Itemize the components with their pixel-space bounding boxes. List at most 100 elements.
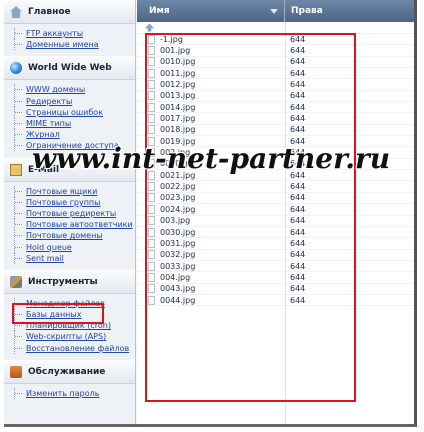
file-icon: [148, 238, 155, 248]
sidebar-item[interactable]: Доменные имена: [4, 39, 135, 51]
sidebar-item[interactable]: Редиректы: [4, 95, 135, 107]
sidebar-item[interactable]: Почтовые автоответчики: [4, 219, 135, 231]
sidebar-section: E-Mail Почтовые ящики Почтовые группы Почто…: [4, 157, 135, 270]
file-icon: [148, 102, 155, 112]
tree-branch-line: [14, 230, 24, 242]
file-name: 0024.jpg: [160, 204, 196, 214]
sidebar-item-label: Ограничение доступа: [26, 141, 119, 151]
sidebar-item[interactable]: MIME типы: [4, 118, 135, 130]
sidebar-section-header[interactable]: Главное: [4, 0, 135, 24]
file-row[interactable]: 0043.jpg 644: [137, 284, 414, 295]
file-name: 0023.jpg: [160, 193, 196, 203]
sidebar-item[interactable]: Менеджер файлов: [4, 297, 135, 309]
tree-branch-line: [14, 219, 24, 231]
file-row[interactable]: 004.jpg 644: [137, 272, 414, 284]
file-row[interactable]: 0031.jpg 644: [137, 238, 414, 250]
file-name: 004.jpg: [160, 272, 191, 282]
sidebar-item[interactable]: Изменить пароль: [4, 387, 135, 399]
file-row[interactable]: 0033.jpg 644: [137, 261, 414, 273]
file-permissions: 644: [290, 216, 306, 226]
sidebar-item[interactable]: Страницы ошибок: [4, 106, 135, 118]
file-icon: [148, 114, 155, 124]
sidebar-section-header[interactable]: Инструменты: [4, 269, 135, 294]
sidebar-item[interactable]: Базы данных: [4, 309, 135, 321]
file-row[interactable]: 0011.jpg 644: [137, 68, 414, 80]
sidebar-item-label: MIME типы: [26, 119, 72, 129]
file-row[interactable]: 002.jpg 644: [137, 147, 414, 159]
file-permissions: 644: [290, 91, 306, 101]
file-icon: [148, 80, 155, 90]
parent-directory-row[interactable]: [137, 22, 414, 34]
column-header-name[interactable]: Имя: [137, 0, 285, 22]
sidebar-item[interactable]: Почтовые группы: [4, 196, 135, 208]
sidebar-item[interactable]: Почтовые редиректы: [4, 207, 135, 219]
sidebar-section-title: Инструменты: [28, 276, 98, 287]
sidebar-item[interactable]: FTP аккаунты: [4, 28, 135, 40]
file-row[interactable]: 0044.jpg 644: [137, 295, 414, 307]
file-row[interactable]: 003.jpg 644: [137, 216, 414, 227]
sidebar-item-label: FTP аккаунты: [26, 29, 84, 39]
file-name: 0019.jpg: [160, 136, 196, 146]
sidebar-item[interactable]: Восстановление файлов: [4, 342, 135, 354]
file-row[interactable]: 0030.jpg 644: [137, 227, 414, 239]
sort-arrow-icon[interactable]: [270, 8, 278, 14]
sidebar-item[interactable]: WWW домены: [4, 84, 135, 96]
tree-branch-line: [14, 140, 24, 152]
file-row[interactable]: 0010.jpg 644: [137, 57, 414, 69]
file-row[interactable]: 0020.jpg 644: [137, 159, 414, 171]
file-permissions: 644: [290, 295, 306, 305]
sidebar-section-header[interactable]: Обслуживание: [4, 359, 135, 384]
file-row[interactable]: 0012.jpg 644: [137, 79, 414, 91]
file-rows: -1.jpg 644 001.jpg 644 0010.jpg 644 0011.jpg 64…: [137, 34, 414, 307]
sidebar-item[interactable]: Web-скрипты (APS): [4, 331, 135, 343]
file-icon: [148, 91, 155, 101]
sidebar-item[interactable]: Планировщик (cron): [4, 320, 135, 332]
file-permissions: 644: [290, 46, 306, 56]
file-row[interactable]: 0021.jpg 644: [137, 170, 414, 182]
sidebar-section-title: E-Mail: [28, 164, 60, 175]
file-row[interactable]: 0019.jpg 644: [137, 136, 414, 148]
tree-branch-line: [14, 196, 24, 208]
sidebar-item[interactable]: Sent mail: [4, 252, 135, 264]
sidebar-item-label: Почтовые группы: [26, 197, 101, 207]
file-row[interactable]: 0022.jpg 644: [137, 181, 414, 193]
sidebar-item[interactable]: Почтовые домены: [4, 230, 135, 242]
sidebar-item-label: Почтовые домены: [26, 231, 103, 241]
sidebar-item-label: Почтовые автоответчики: [26, 220, 133, 230]
file-permissions: 644: [290, 170, 306, 180]
file-permissions: 644: [290, 193, 306, 203]
sidebar-section-header[interactable]: World Wide Web: [4, 56, 135, 81]
file-row[interactable]: 0032.jpg 644: [137, 250, 414, 261]
file-icon: [148, 34, 155, 44]
file-row[interactable]: 0014.jpg 644: [137, 102, 414, 114]
file-icon: [148, 182, 155, 192]
file-name: 003.jpg: [160, 216, 191, 226]
file-row[interactable]: 001.jpg 644: [137, 45, 414, 57]
sidebar-item-label: Менеджер файлов: [26, 298, 105, 308]
file-row[interactable]: 0013.jpg 644: [137, 91, 414, 103]
sidebar-section-header[interactable]: E-Mail: [4, 157, 135, 182]
file-icon: [148, 170, 155, 180]
sidebar-item[interactable]: Почтовые ящики: [4, 185, 135, 197]
file-icon: [148, 193, 155, 203]
grid-header: Имя Права: [137, 0, 414, 22]
file-permissions: 644: [290, 80, 306, 90]
file-icon: [148, 125, 155, 135]
parent-folder-icon[interactable]: [145, 23, 154, 32]
tree-branch-line: [14, 106, 24, 118]
file-row[interactable]: 0023.jpg 644: [137, 193, 414, 205]
file-permissions: 644: [290, 102, 306, 112]
file-permissions: 644: [290, 238, 306, 248]
sidebar-item[interactable]: Журнал: [4, 129, 135, 141]
sidebar-section-items: WWW домены Редиректы Страницы ошибок MIME т…: [4, 80, 135, 157]
file-row[interactable]: -1.jpg 644: [137, 34, 414, 46]
sidebar-item[interactable]: Hold queue: [4, 241, 135, 253]
sidebar-item-label: Почтовые ящики: [26, 186, 98, 196]
column-header-permissions[interactable]: Права: [285, 0, 414, 22]
tree-branch-line: [14, 331, 24, 343]
sidebar-item-label: Sent mail: [26, 253, 64, 263]
file-row[interactable]: 0024.jpg 644: [137, 204, 414, 216]
sidebar-item[interactable]: Ограничение доступа: [4, 140, 135, 152]
file-row[interactable]: 0017.jpg 644: [137, 113, 414, 125]
file-row[interactable]: 0018.jpg 644: [137, 125, 414, 137]
